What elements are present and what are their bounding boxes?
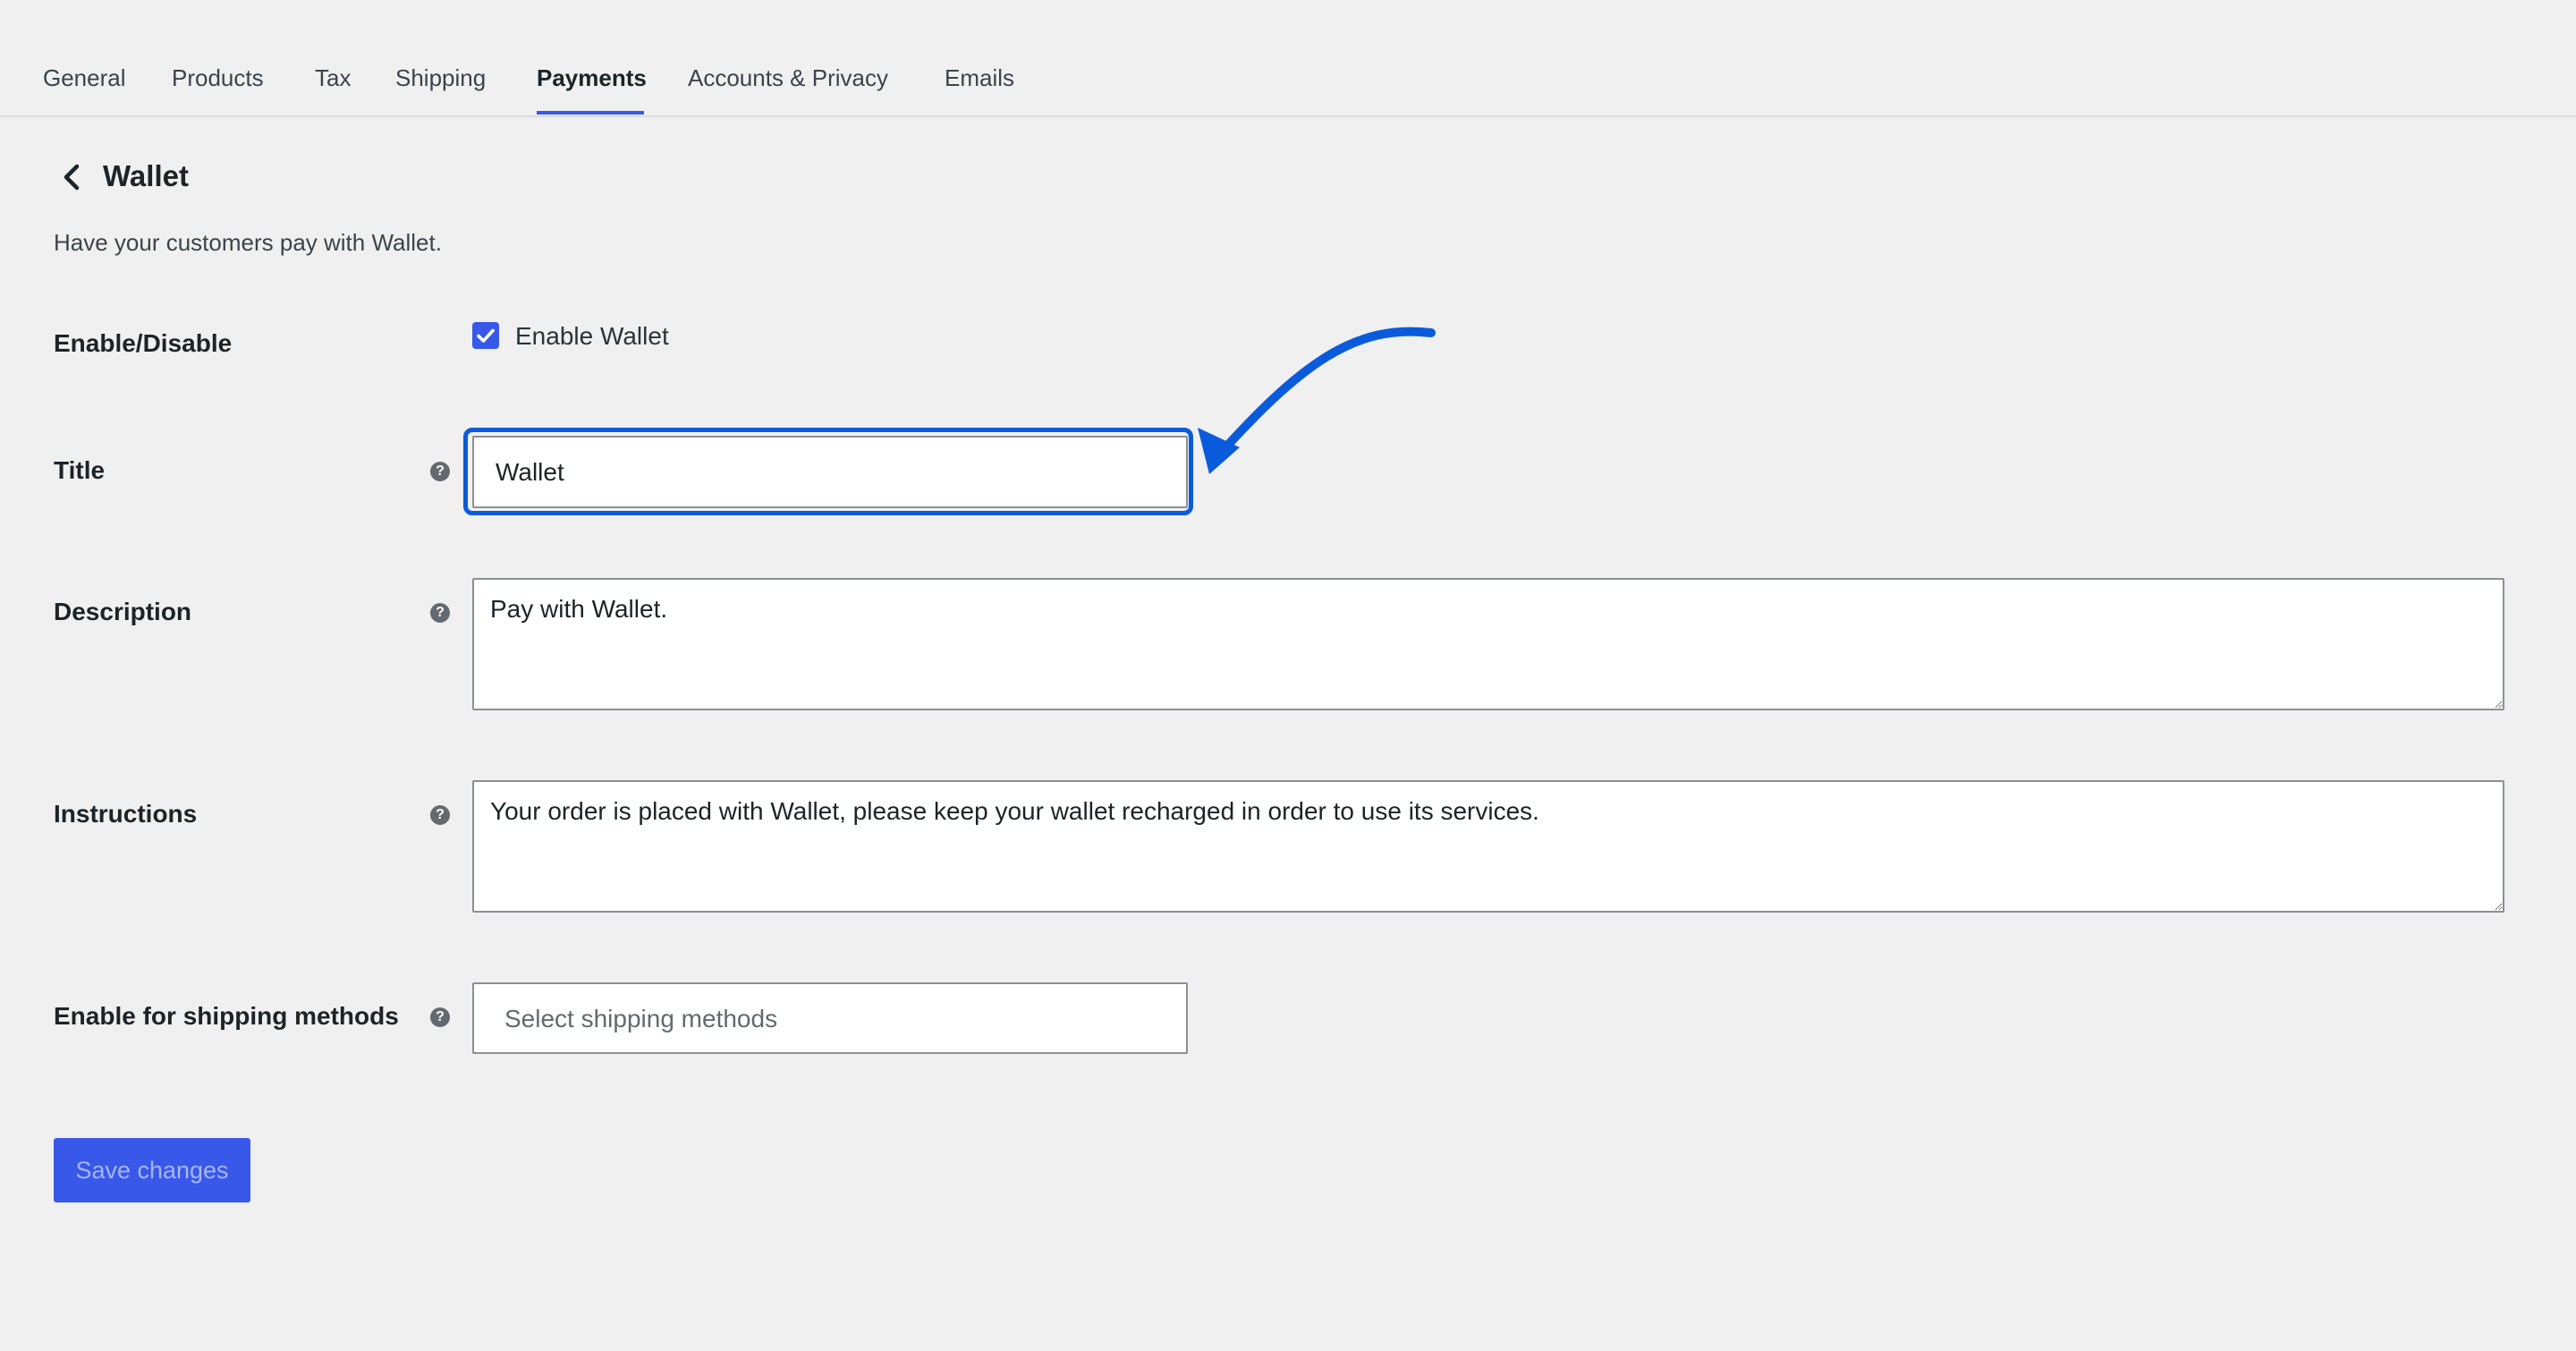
title-help-icon[interactable]: ? bbox=[430, 462, 450, 481]
save-changes-button[interactable]: Save changes bbox=[54, 1138, 250, 1202]
tab-payments[interactable]: Payments bbox=[537, 63, 647, 93]
shipping-help-icon[interactable]: ? bbox=[430, 1007, 450, 1027]
instructions-help-icon[interactable]: ? bbox=[430, 805, 450, 825]
shipping-methods-placeholder: Select shipping methods bbox=[504, 1005, 778, 1032]
tab-accounts-privacy[interactable]: Accounts & Privacy bbox=[688, 63, 888, 93]
enable-wallet-label[interactable]: Enable Wallet bbox=[515, 320, 669, 353]
chevron-left-icon[interactable] bbox=[57, 159, 86, 195]
page-title: Wallet bbox=[103, 159, 189, 192]
curved-arrow-icon bbox=[1198, 327, 1436, 474]
active-tab-indicator bbox=[537, 111, 644, 115]
tab-emails[interactable]: Emails bbox=[945, 63, 1014, 93]
tab-tax[interactable]: Tax bbox=[315, 63, 351, 93]
shipping-methods-label: Enable for shipping methods bbox=[54, 1002, 399, 1030]
instructions-textarea[interactable]: Your order is placed with Wallet, please… bbox=[472, 780, 2504, 913]
title-input[interactable] bbox=[472, 436, 1188, 508]
enable-disable-label: Enable/Disable bbox=[54, 329, 233, 357]
shipping-methods-select[interactable]: Select shipping methods bbox=[472, 982, 1188, 1054]
description-textarea[interactable]: Pay with Wallet. bbox=[472, 578, 2504, 710]
description-help-icon[interactable]: ? bbox=[430, 603, 450, 623]
tab-general[interactable]: General bbox=[43, 63, 126, 93]
description-label: Description bbox=[54, 598, 192, 625]
settings-tabs: General Products Tax Shipping Payments A… bbox=[0, 0, 2576, 117]
title-label: Title bbox=[54, 456, 106, 484]
enable-wallet-checkbox[interactable] bbox=[472, 322, 499, 349]
instructions-label: Instructions bbox=[54, 800, 198, 828]
checkmark-icon bbox=[477, 328, 495, 343]
tab-products[interactable]: Products bbox=[172, 63, 264, 93]
page-description: Have your customers pay with Wallet. bbox=[54, 229, 442, 256]
tab-shipping[interactable]: Shipping bbox=[395, 63, 486, 93]
